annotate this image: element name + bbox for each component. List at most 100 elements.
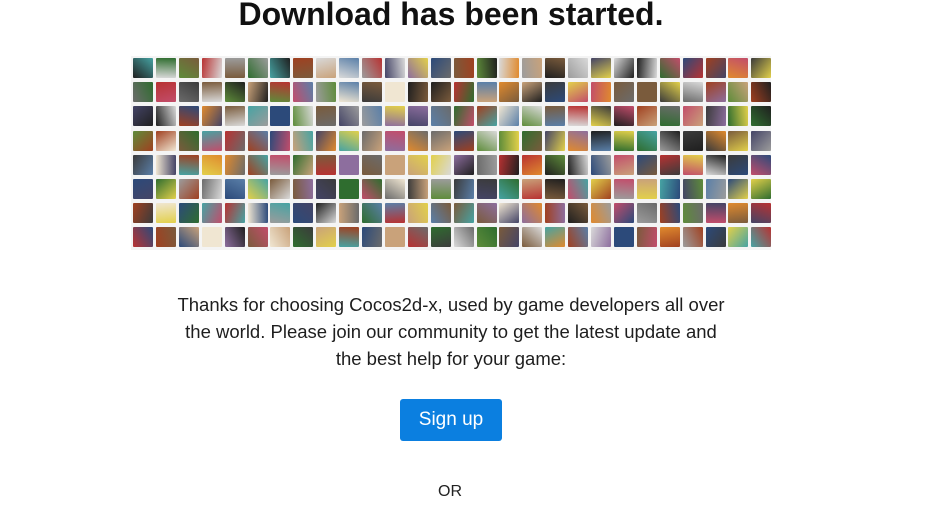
avatar-tile — [247, 106, 268, 127]
avatar-tile — [522, 82, 543, 103]
avatar-tile — [247, 154, 268, 175]
avatar-tile — [224, 58, 245, 78]
avatar-tile — [270, 106, 291, 127]
avatar-tile — [270, 82, 291, 103]
avatar-tile — [339, 130, 360, 151]
avatar-tile — [705, 106, 726, 127]
avatar-tile — [659, 227, 680, 248]
avatar-tile — [659, 58, 680, 78]
avatar-tile — [636, 58, 657, 78]
avatar-tile — [384, 203, 405, 224]
download-page: Download has been started. Thanks for ch… — [0, 0, 926, 507]
avatar-tile — [362, 82, 382, 103]
avatar-tile — [339, 58, 360, 78]
avatar-tile — [705, 58, 726, 78]
avatar-tile — [751, 154, 772, 175]
avatar-tile — [476, 203, 497, 224]
avatar-tile — [476, 82, 497, 103]
avatar-tile — [362, 203, 382, 224]
avatar-tile — [293, 154, 314, 175]
avatar-tile — [133, 82, 153, 103]
avatar-tile — [155, 203, 176, 224]
avatar-tile — [224, 179, 245, 199]
avatar-tile — [339, 179, 360, 199]
avatar-tile — [178, 203, 199, 224]
avatar-tile — [545, 106, 566, 127]
avatar-tile — [453, 227, 474, 248]
avatar-tile — [613, 203, 634, 224]
avatar-tile — [178, 154, 199, 175]
avatar-tile — [613, 106, 634, 127]
avatar-tile — [476, 179, 497, 199]
avatar-tile — [270, 179, 291, 199]
avatar-tile — [636, 179, 657, 199]
avatar-tile — [751, 227, 772, 248]
avatar-tile — [155, 106, 176, 127]
avatar-tile — [545, 227, 566, 248]
avatar-tile — [293, 179, 314, 199]
avatar-tile — [453, 106, 474, 127]
avatar-tile — [247, 58, 268, 78]
avatar-tile — [339, 227, 360, 248]
avatar-tile — [224, 82, 245, 103]
avatar-tile — [751, 179, 772, 199]
avatar-tile — [545, 130, 566, 151]
avatar-tile — [362, 154, 382, 175]
avatar-tile — [659, 203, 680, 224]
avatar-tile — [613, 179, 634, 199]
avatar-tile — [155, 58, 176, 78]
avatar-tile — [155, 179, 176, 199]
avatar-tile — [453, 58, 474, 78]
avatar-tile — [613, 58, 634, 78]
avatar-tile — [453, 130, 474, 151]
avatar-tile — [316, 203, 337, 224]
avatar-tile — [636, 154, 657, 175]
avatar-tile — [705, 154, 726, 175]
avatar-tile — [201, 58, 222, 78]
avatar-tile — [133, 179, 153, 199]
avatar-tile — [224, 203, 245, 224]
avatar-tile — [155, 82, 176, 103]
avatar-tile — [133, 154, 153, 175]
avatar-tile — [224, 106, 245, 127]
avatar-tile — [568, 82, 589, 103]
avatar-tile — [682, 179, 703, 199]
avatar-tile — [362, 227, 382, 248]
avatar-tile — [407, 58, 428, 78]
avatar-tile — [499, 106, 520, 127]
avatar-tile — [728, 58, 749, 78]
avatar-tile — [751, 58, 772, 78]
avatar-tile — [545, 58, 566, 78]
avatar-tile — [430, 179, 451, 199]
avatar-tile — [568, 154, 589, 175]
avatar-tile — [613, 130, 634, 151]
avatar-tile — [316, 82, 337, 103]
avatar-tile — [545, 179, 566, 199]
avatar-tile — [362, 58, 382, 78]
avatar-tile — [705, 203, 726, 224]
avatar-tile — [407, 179, 428, 199]
avatar-tile — [682, 106, 703, 127]
avatar-tile — [384, 227, 405, 248]
avatar-tile — [178, 130, 199, 151]
avatar-tile — [636, 82, 657, 103]
avatar-tile — [705, 227, 726, 248]
avatar-tile — [476, 58, 497, 78]
avatar-tile — [339, 203, 360, 224]
avatar-tile — [384, 179, 405, 199]
avatar-tile — [591, 82, 611, 103]
sign-up-button[interactable]: Sign up — [400, 399, 502, 441]
or-separator: OR — [438, 483, 462, 500]
avatar-tile — [636, 227, 657, 248]
avatar-tile — [293, 203, 314, 224]
avatar-tile — [545, 82, 566, 103]
avatar-tile — [316, 106, 337, 127]
avatar-tile — [430, 58, 451, 78]
avatar-tile — [247, 82, 268, 103]
avatar-tile — [659, 179, 680, 199]
avatar-tile — [178, 179, 199, 199]
avatar-tile — [591, 106, 611, 127]
developer-avatars-mosaic — [131, 56, 772, 250]
avatar-tile — [407, 130, 428, 151]
avatar-tile — [247, 227, 268, 248]
